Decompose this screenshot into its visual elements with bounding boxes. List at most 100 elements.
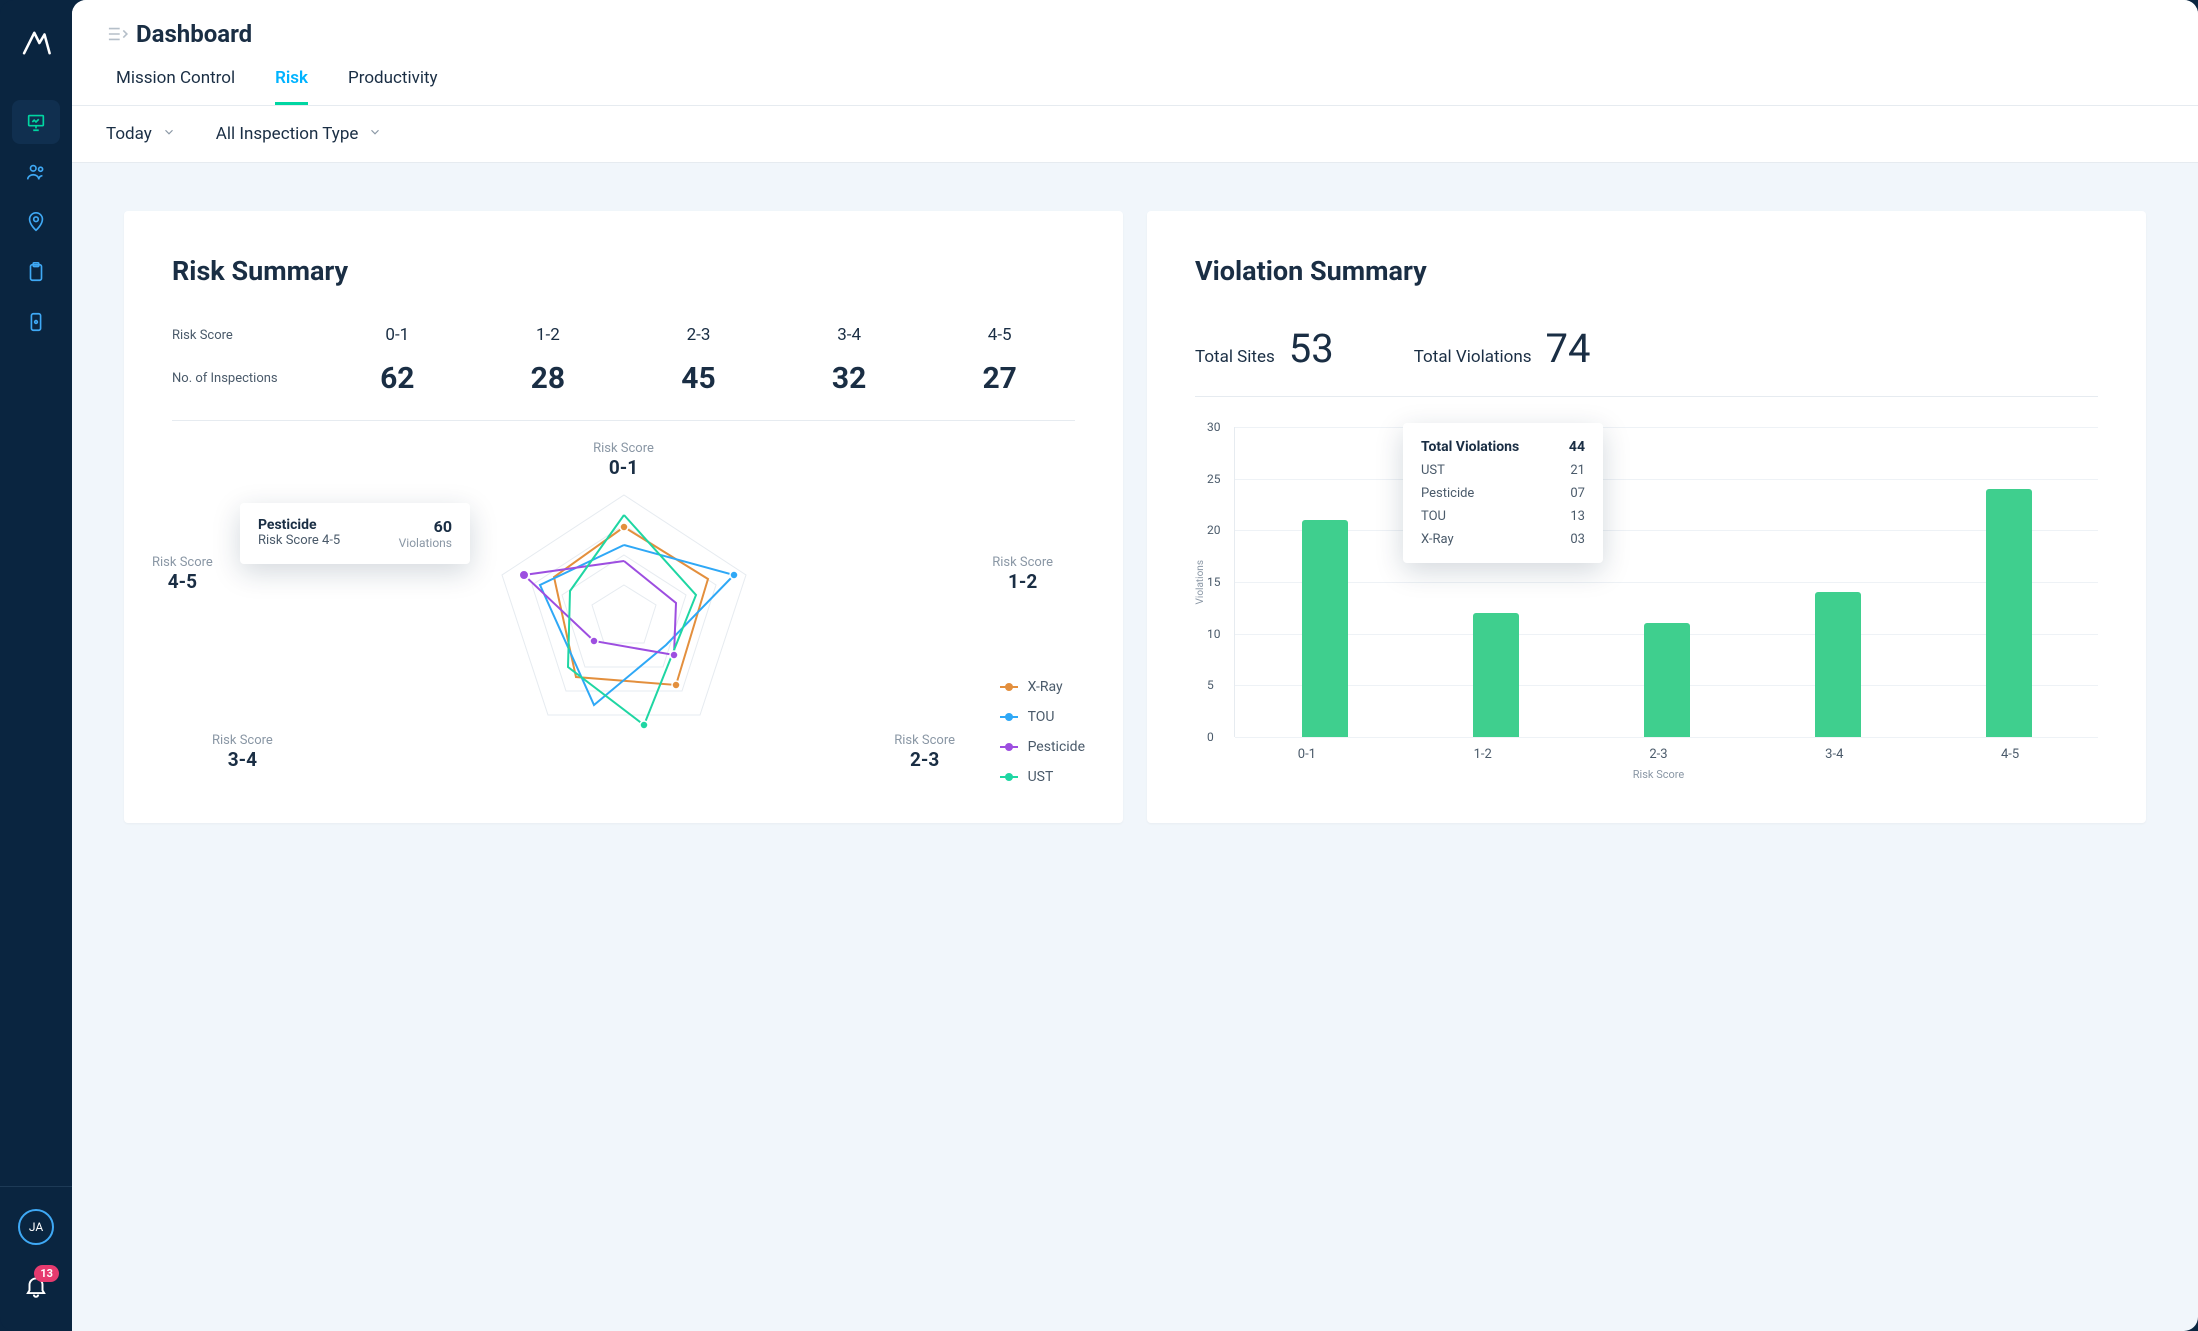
bar-tooltip: Total Violations 44 UST21 Pesticide07 TO…	[1403, 423, 1603, 563]
legend-item: UST	[1000, 769, 1085, 785]
violation-summary-card: Violation Summary Total Sites 53 Total V…	[1147, 211, 2146, 823]
risk-col-head: 3-4	[774, 325, 925, 345]
sidebar-item-device[interactable]	[12, 300, 60, 344]
bar-ytick: 0	[1207, 730, 1214, 744]
risk-col-head: 1-2	[473, 325, 624, 345]
barchart: 051015202530 Total Violations 44 UST21 P…	[1234, 427, 2098, 737]
radar-axis-label: Risk Score 1-2	[992, 555, 1053, 593]
violation-summary-title: Violation Summary	[1195, 255, 2098, 287]
total-violations-label: Total Violations	[1414, 347, 1532, 367]
presentation-icon	[25, 111, 47, 133]
bar[interactable]	[1644, 623, 1690, 737]
tab-mission-control[interactable]: Mission Control	[116, 68, 235, 105]
page-title: Dashboard	[136, 20, 252, 48]
legend-item: Pesticide	[1000, 739, 1085, 755]
sidebar-nav	[0, 100, 72, 344]
bar[interactable]	[1302, 520, 1348, 737]
risk-value: 28	[473, 361, 624, 396]
risk-summary-card: Risk Summary Risk Score 0-1 1-2 2-3 3-4 …	[124, 211, 1123, 823]
bar-xtick: 4-5	[1987, 747, 2033, 762]
hamburger-icon	[106, 25, 128, 43]
app-logo	[19, 26, 53, 60]
radar-axis-label: Risk Score 0-1	[593, 441, 654, 479]
logo-icon	[19, 26, 53, 60]
bar-xaxis: 0-11-22-33-44-5	[1219, 747, 2098, 762]
total-violations-value: 74	[1546, 325, 1591, 372]
violation-metrics: Total Sites 53 Total Violations 74	[1195, 325, 2098, 397]
risk-value: 32	[774, 361, 925, 396]
risk-summary-title: Risk Summary	[172, 255, 1075, 287]
radar-axis-label: Risk Score 4-5	[152, 555, 213, 593]
radar-legend: X-Ray TOU Pesticide UST	[1000, 679, 1085, 785]
sidebar-item-people[interactable]	[12, 150, 60, 194]
bar-ytick: 10	[1207, 627, 1221, 641]
risk-row-label-score: Risk Score	[172, 328, 322, 343]
radar-chart: Risk Score 0-1 Risk Score 1-2 Risk Score…	[172, 445, 1075, 785]
legend-item: X-Ray	[1000, 679, 1085, 695]
bar[interactable]	[1815, 592, 1861, 737]
bar-xtick: 2-3	[1635, 747, 1681, 762]
bars	[1235, 427, 2098, 737]
sidebar: JA 13	[0, 0, 72, 1331]
avatar-initials: JA	[29, 1220, 43, 1234]
tooltip-value: 60	[399, 517, 452, 536]
tab-risk[interactable]: Risk	[275, 68, 308, 105]
bar-tooltip-total: 44	[1569, 439, 1585, 455]
tooltip-value-label: Violations	[399, 536, 452, 550]
total-sites-value: 53	[1289, 325, 1334, 372]
date-filter[interactable]: Today	[106, 124, 176, 144]
content: Risk Summary Risk Score 0-1 1-2 2-3 3-4 …	[72, 163, 2198, 871]
sidebar-item-location[interactable]	[12, 200, 60, 244]
radar-tooltip: Pesticide Risk Score 4-5 60 Violations	[240, 503, 470, 564]
people-icon	[25, 161, 47, 183]
bar-xaxis-label: Risk Score	[1219, 768, 2098, 781]
legend-item: TOU	[1000, 709, 1085, 725]
risk-value: 27	[924, 361, 1075, 396]
type-filter-label: All Inspection Type	[216, 124, 359, 144]
map-pin-icon	[25, 211, 47, 233]
breadcrumb: Dashboard	[106, 20, 2164, 48]
bar[interactable]	[1473, 613, 1519, 737]
radar-axis-label: Risk Score 3-4	[212, 733, 273, 771]
total-sites-metric: Total Sites 53	[1195, 325, 1334, 372]
bar[interactable]	[1986, 489, 2032, 737]
risk-col-head: 2-3	[623, 325, 774, 345]
user-avatar[interactable]: JA	[18, 1209, 54, 1245]
tooltip-axis: Risk Score 4-5	[258, 533, 340, 548]
menu-toggle-icon[interactable]	[106, 25, 128, 43]
bar-yaxis-label: Violations	[1195, 560, 1206, 604]
sidebar-item-clipboard[interactable]	[12, 250, 60, 294]
notifications-button[interactable]: 13	[23, 1273, 49, 1303]
topbar: Dashboard Mission Control Risk Productiv…	[72, 0, 2198, 106]
radar-svg	[444, 445, 804, 775]
bar-ytick: 20	[1207, 523, 1221, 537]
risk-value: 62	[322, 361, 473, 396]
type-filter[interactable]: All Inspection Type	[216, 124, 383, 144]
tab-productivity[interactable]: Productivity	[348, 68, 438, 105]
risk-col-head: 4-5	[924, 325, 1075, 345]
bar-xtick: 3-4	[1811, 747, 1857, 762]
device-icon	[25, 311, 47, 333]
risk-summary-table: Risk Score 0-1 1-2 2-3 3-4 4-5 No. of In…	[172, 325, 1075, 421]
total-sites-label: Total Sites	[1195, 347, 1275, 367]
tooltip-series: Pesticide	[258, 517, 340, 533]
risk-col-head: 0-1	[322, 325, 473, 345]
bar-xtick: 0-1	[1284, 747, 1330, 762]
risk-row-label-count: No. of Inspections	[172, 371, 322, 386]
chevron-down-icon	[162, 124, 176, 144]
radar-axis-label: Risk Score 2-3	[894, 733, 955, 771]
date-filter-label: Today	[106, 124, 152, 144]
bar-grid: 051015202530 Total Violations 44 UST21 P…	[1234, 427, 2098, 737]
bar-ytick: 5	[1207, 678, 1214, 692]
bar-tooltip-title: Total Violations	[1421, 439, 1519, 455]
sidebar-item-dashboard[interactable]	[12, 100, 60, 144]
app-container: JA 13 Dashboard Mission Control Risk Pro…	[0, 0, 2198, 1331]
tabs: Mission Control Risk Productivity	[106, 68, 2164, 105]
chevron-down-icon	[368, 124, 382, 144]
notification-badge: 13	[34, 1265, 59, 1282]
filterbar: Today All Inspection Type	[72, 106, 2198, 163]
main: Dashboard Mission Control Risk Productiv…	[72, 0, 2198, 1331]
clipboard-icon	[25, 261, 47, 283]
risk-value: 45	[623, 361, 774, 396]
bar-ytick: 15	[1207, 575, 1221, 589]
